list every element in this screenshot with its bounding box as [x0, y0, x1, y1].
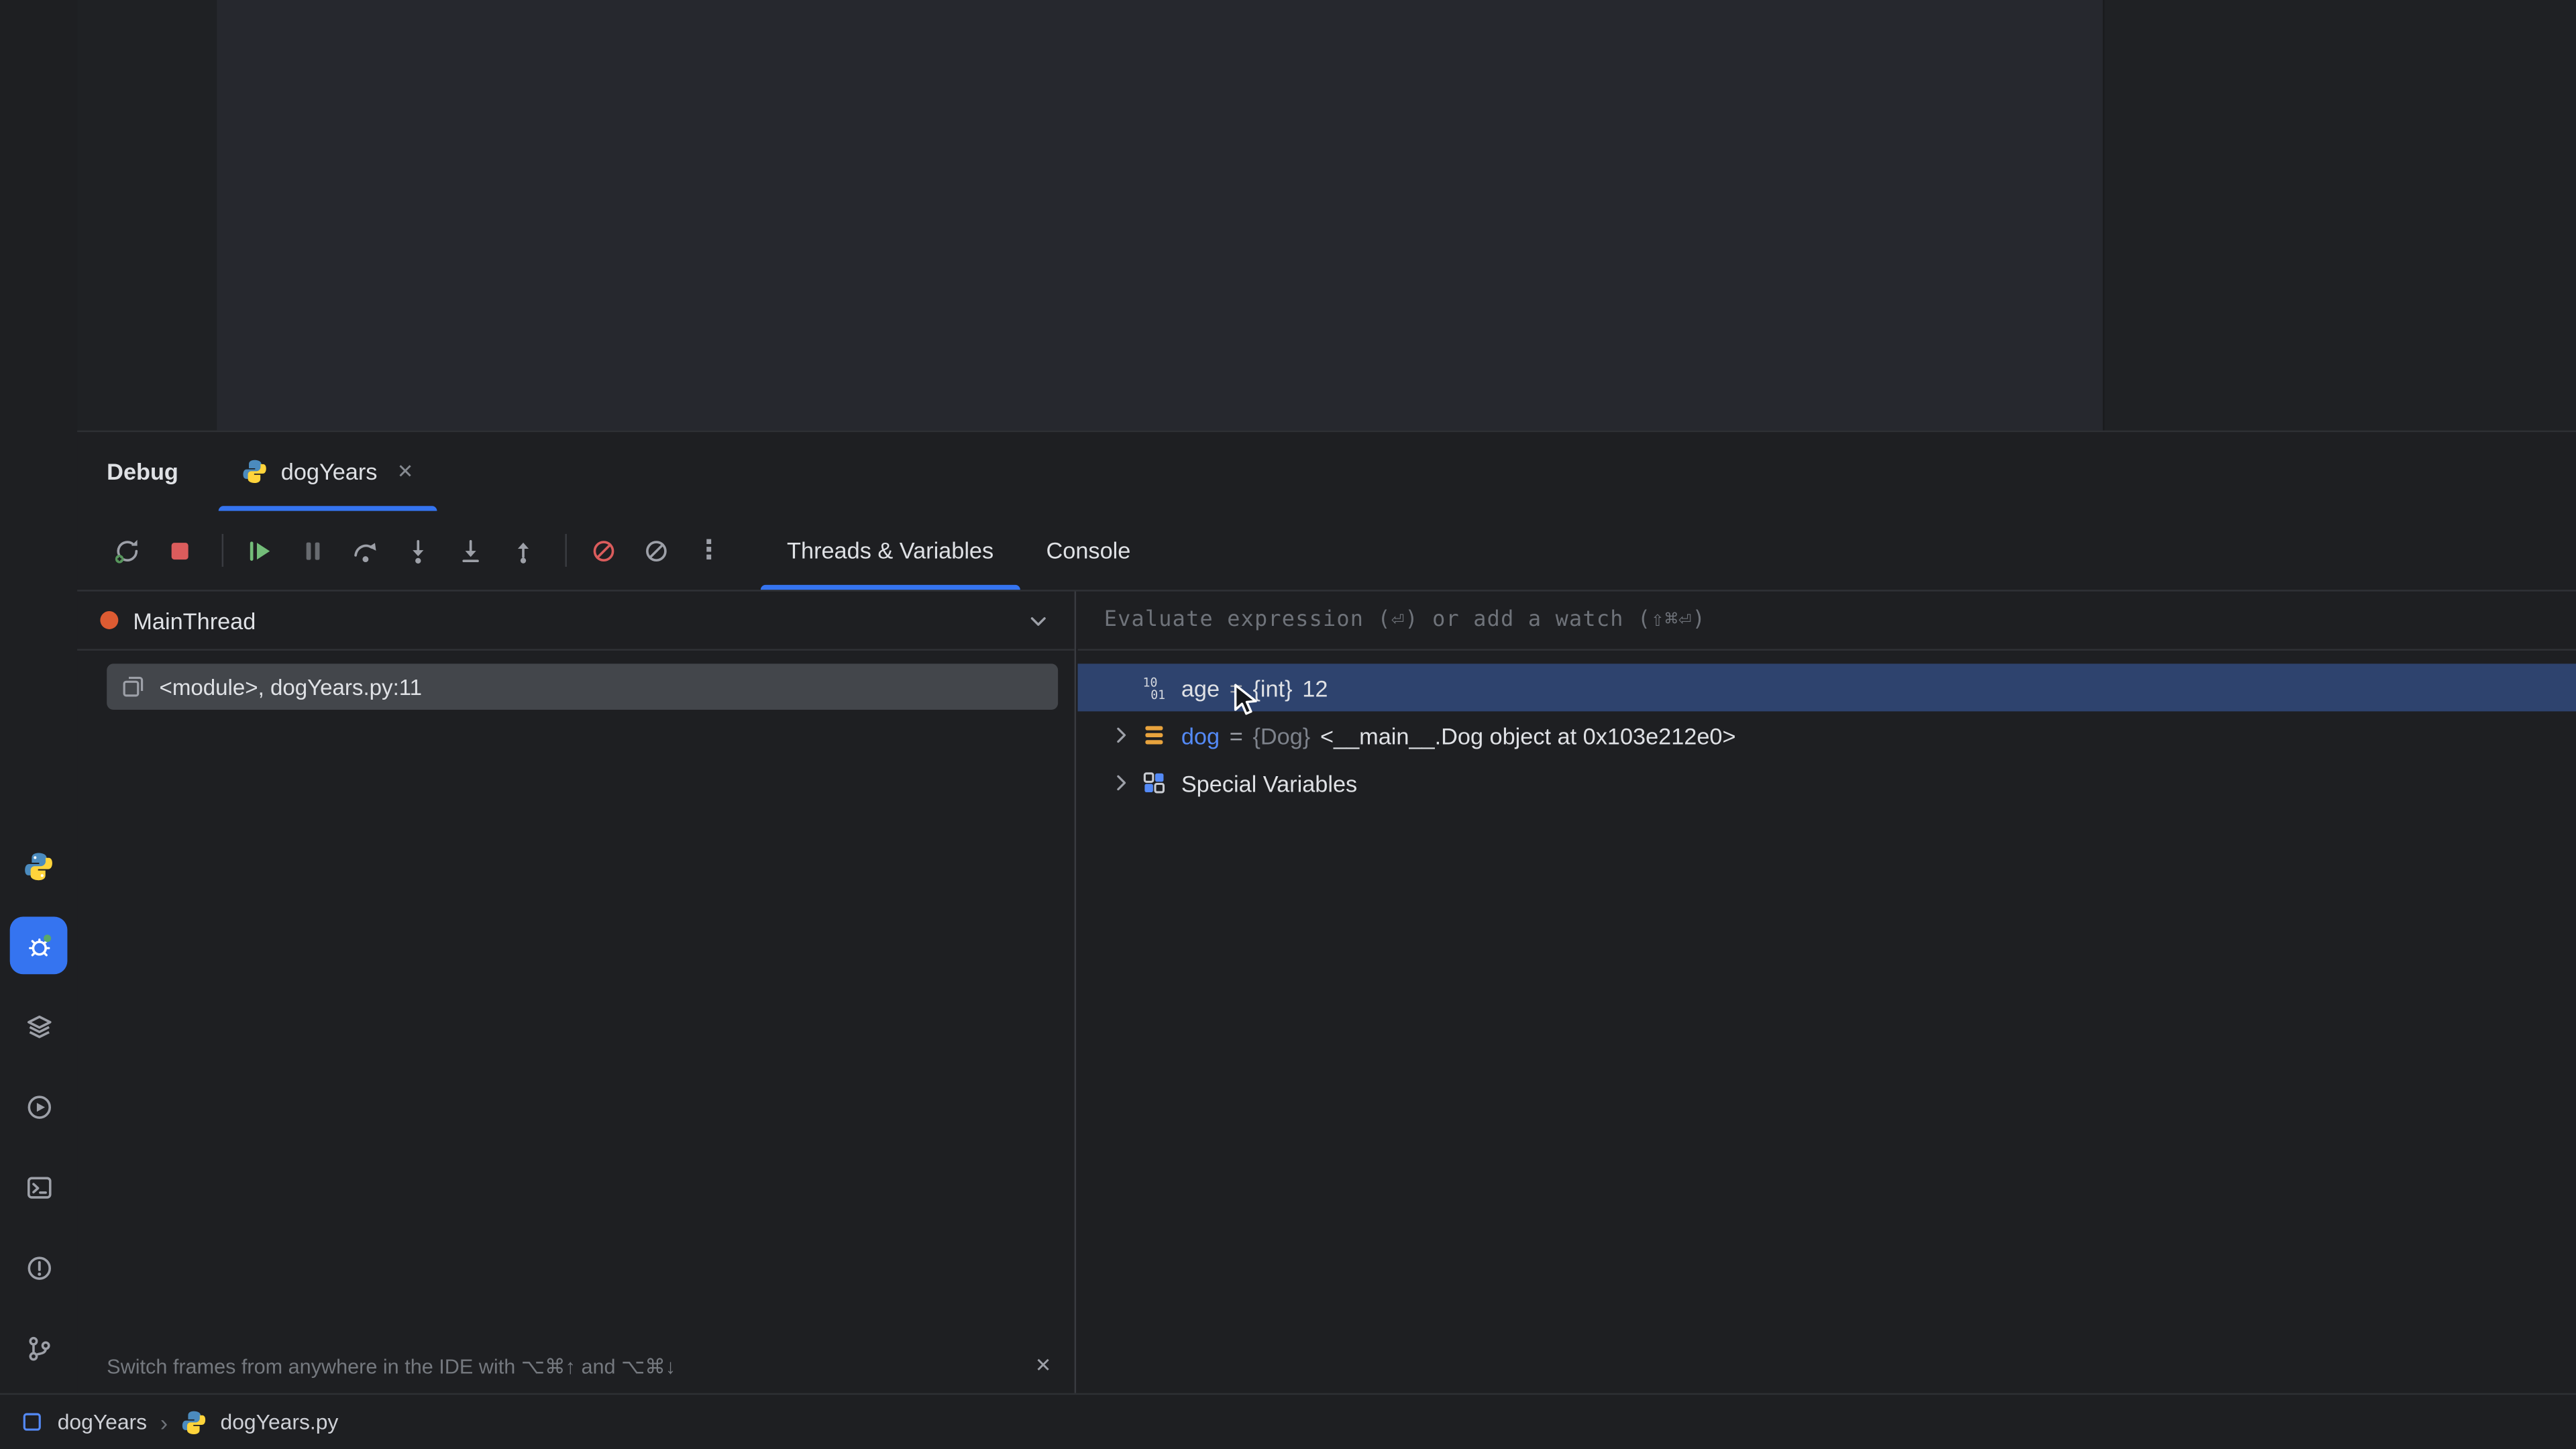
toolbar-separator: [222, 534, 223, 567]
debug-title: Debug: [107, 458, 178, 484]
special-variables-row[interactable]: Special Variables: [1078, 759, 2576, 806]
variable-name: dog: [1181, 722, 1220, 748]
special-variables-icon: [1140, 769, 1169, 797]
group-label: Special Variables: [1181, 769, 1357, 796]
breadcrumb-separator: ›: [160, 1409, 168, 1435]
thread-status-icon: [100, 611, 118, 629]
chevron-down-icon[interactable]: [1025, 607, 1051, 633]
debug-bug-icon: [24, 930, 54, 960]
session-tab-dogyears[interactable]: dogYears ✕: [219, 432, 437, 511]
debug-header: Debug dogYears ✕: [77, 432, 2576, 511]
debug-body: MainThread: [77, 592, 2576, 1393]
mute-breakpoints-button[interactable]: [580, 527, 627, 574]
chevron-right-icon[interactable]: [1101, 771, 1140, 796]
step-out-button[interactable]: [499, 527, 547, 574]
evaluate-placeholder: Evaluate expression (⏎) or add a watch (…: [1104, 608, 1706, 633]
step-over-button[interactable]: [341, 527, 389, 574]
frames-list: <module>, dogYears.py:11: [77, 651, 1075, 710]
git-tool-button[interactable]: [10, 1320, 68, 1377]
toolbar-separator: [565, 534, 566, 567]
force-step-into-icon: [457, 537, 485, 565]
object-variable-icon: [1140, 721, 1169, 749]
editor-area[interactable]: [77, 0, 2576, 431]
stop-button[interactable]: [156, 527, 204, 574]
more-options-button[interactable]: ⋮: [685, 527, 733, 574]
hint-text: Switch frames from anywhere in the IDE w…: [107, 1353, 676, 1378]
project-icon: [19, 1409, 44, 1434]
git-branch-icon: [24, 1333, 54, 1362]
terminal-tool-button[interactable]: [10, 1159, 68, 1216]
problems-tool-button[interactable]: [10, 1239, 68, 1297]
rerun-icon: [113, 537, 142, 565]
rerun-button[interactable]: [103, 527, 151, 574]
muted-breakpoint-icon: [590, 537, 618, 565]
close-icon[interactable]: ✕: [1035, 1354, 1052, 1377]
services-tool-button[interactable]: [10, 1078, 68, 1136]
python-logo-icon: [241, 458, 268, 484]
variable-row-age[interactable]: 10 01 age = {int} 12: [1078, 663, 2576, 711]
stack-frame-row[interactable]: <module>, dogYears.py:11: [107, 663, 1058, 710]
debug-tool-button[interactable]: [10, 917, 68, 975]
pause-button[interactable]: [289, 527, 337, 574]
debug-tool-window: Debug dogYears ✕: [77, 431, 2576, 1393]
resume-button[interactable]: [237, 527, 284, 574]
structure-tool-button[interactable]: [10, 998, 68, 1055]
terminal-icon: [24, 1172, 54, 1201]
evaluate-expression-input[interactable]: Evaluate expression (⏎) or add a watch (…: [1078, 592, 2576, 651]
python-logo-icon: [23, 851, 54, 883]
ide-window: Debug dogYears ✕: [0, 0, 2576, 1449]
primitive-variable-icon: 10 01: [1140, 674, 1169, 702]
crossed-circle-icon: [643, 537, 671, 565]
breadcrumb-project[interactable]: dogYears: [58, 1409, 147, 1434]
step-into-icon: [404, 537, 432, 565]
tab-threads-variables[interactable]: Threads & Variables: [761, 511, 1020, 590]
variable-row-dog[interactable]: dog = {Dog} <__main__.Dog object at 0x10…: [1078, 711, 2576, 759]
session-tab-label: dogYears: [281, 458, 378, 484]
frame-icon: [120, 674, 146, 700]
frames-pane: MainThread: [77, 592, 1076, 1393]
thread-name: MainThread: [133, 607, 256, 633]
tab-console[interactable]: Console: [1020, 511, 1157, 590]
frames-hint: Switch frames from anywhere in the IDE w…: [77, 1337, 1075, 1393]
play-circle-icon: [24, 1091, 54, 1121]
thread-selector[interactable]: MainThread: [77, 592, 1075, 651]
variable-value: <__main__.Dog object at 0x103e212e0>: [1320, 722, 1736, 748]
stop-icon: [166, 537, 194, 565]
tab-label: Threads & Variables: [787, 537, 994, 564]
variable-type: {Dog}: [1252, 722, 1310, 748]
editor-surface[interactable]: [217, 0, 2104, 431]
error-circle-icon: [24, 1252, 54, 1282]
equals-sign: =: [1230, 722, 1243, 748]
python-file-icon: [181, 1409, 207, 1435]
frame-label: <module>, dogYears.py:11: [160, 674, 423, 699]
step-over-icon: [352, 537, 380, 565]
status-bar: dogYears › dogYears.py: [0, 1393, 2576, 1449]
variables-tree: 10 01 age = {int} 12: [1078, 651, 2576, 807]
debugger-view-tabs: Threads & Variables Console: [761, 511, 1157, 590]
tool-window-stripe: [0, 0, 77, 1393]
active-tab-underline: [761, 585, 1020, 590]
force-step-into-button[interactable]: [447, 527, 494, 574]
layers-icon: [24, 1011, 54, 1040]
active-tab-underline: [219, 506, 437, 511]
chevron-right-icon[interactable]: [1101, 723, 1140, 748]
debug-toolbar: ⋮ Threads & Variables Console: [77, 511, 2576, 592]
close-icon[interactable]: ✕: [397, 462, 414, 481]
resume-icon: [246, 537, 274, 565]
python-packages-tool-button[interactable]: [10, 838, 68, 896]
svg-text:01: 01: [1150, 688, 1165, 702]
step-out-icon: [509, 537, 537, 565]
step-into-button[interactable]: [394, 527, 442, 574]
kebab-menu-icon: ⋮: [696, 534, 722, 567]
view-breakpoints-button[interactable]: [633, 527, 680, 574]
pause-icon: [299, 537, 327, 565]
variable-value: 12: [1302, 674, 1328, 700]
tab-label: Console: [1046, 537, 1131, 564]
breadcrumb-file[interactable]: dogYears.py: [221, 1409, 339, 1434]
mouse-cursor: [1230, 684, 1262, 720]
variable-name: age: [1181, 674, 1220, 700]
variables-pane: Evaluate expression (⏎) or add a watch (…: [1078, 592, 2576, 1393]
